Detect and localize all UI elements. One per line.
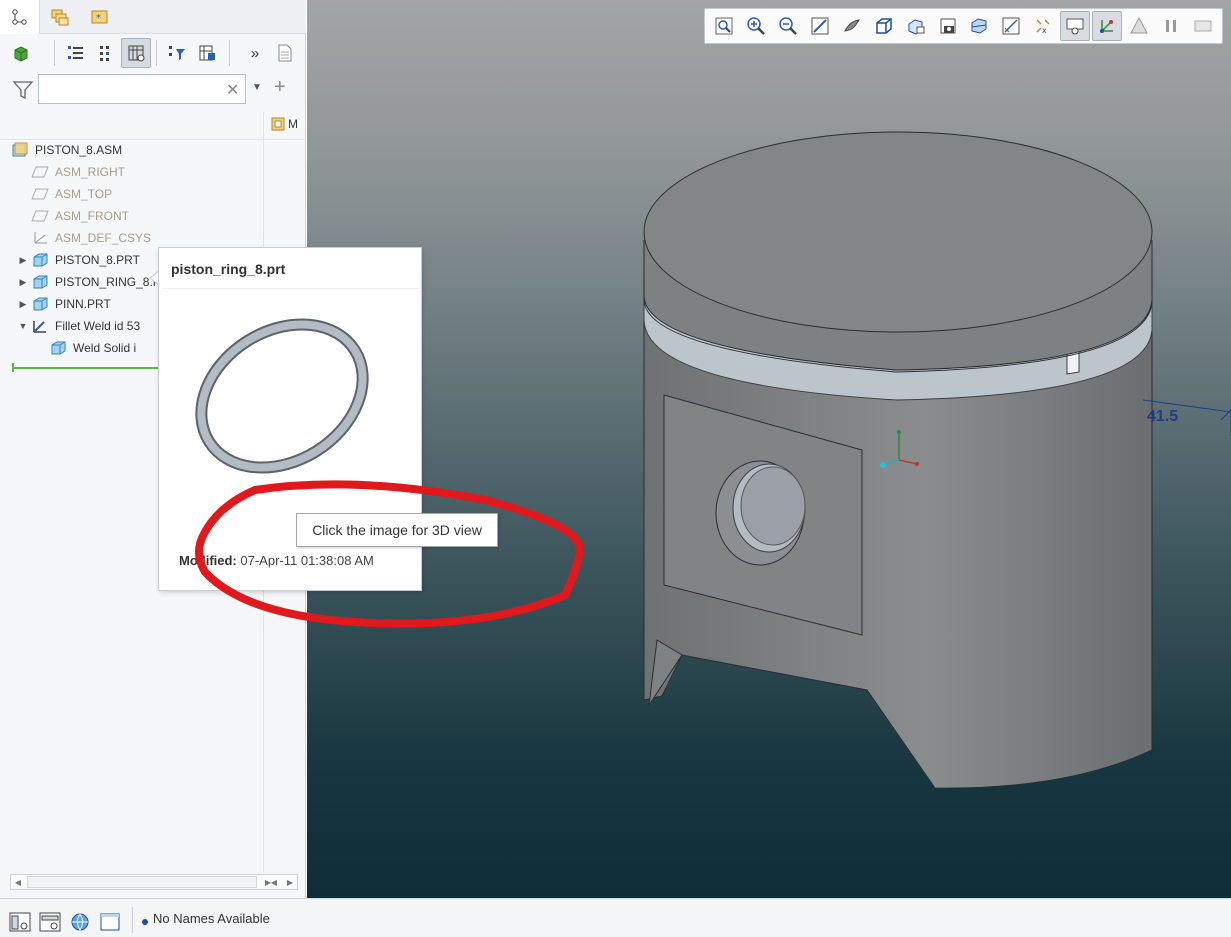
csys-icon — [30, 230, 50, 246]
graphics-window[interactable]: x 41.5 — [307, 0, 1231, 898]
piston-ring-thumbnail — [195, 318, 383, 474]
part-icon — [30, 274, 50, 290]
tree-item-label: PISTON_8.ASM — [35, 143, 123, 157]
column-header-label: M — [288, 117, 298, 131]
expand-all-button[interactable] — [60, 38, 90, 68]
svg-text:*: * — [96, 13, 101, 24]
expand-arrow-icon[interactable]: ▶ — [16, 299, 30, 310]
document-icon — [278, 44, 292, 62]
image-tooltip: Click the image for 3D view — [296, 513, 498, 547]
scroll-right-icon-2[interactable]: ▶ — [283, 875, 297, 889]
search-row: ✕ ▼ + — [0, 72, 306, 106]
tree-item[interactable]: ASM_RIGHT — [0, 161, 263, 183]
insert-here-indicator[interactable] — [12, 367, 162, 369]
part-icon — [30, 252, 50, 268]
navigator-tabs: * — [0, 0, 306, 34]
show-button[interactable] — [6, 38, 36, 68]
piston-model[interactable] — [307, 0, 1231, 898]
folder-browser-icon — [51, 9, 69, 26]
window-icon — [100, 913, 120, 931]
more-button[interactable]: » — [240, 38, 270, 68]
filter-icon[interactable] — [12, 80, 34, 103]
search-dropdown-icon[interactable]: ▼ — [252, 82, 262, 93]
tree-item-label: ASM_RIGHT — [55, 165, 126, 179]
scrollbar-thumb[interactable] — [27, 876, 257, 888]
tree-item-label: ASM_FRONT — [55, 209, 130, 223]
column-header[interactable]: M — [270, 116, 298, 132]
message-bullet-icon — [142, 914, 148, 928]
tree-item-label: PISTON_8.PRT — [55, 253, 140, 267]
tree-filter-button[interactable] — [162, 38, 192, 68]
collapse-arrow-icon[interactable]: ▼ — [16, 321, 30, 331]
status-message: No Names Available — [153, 911, 270, 926]
toggle-navigator-button[interactable] — [8, 910, 32, 934]
tab-model-tree[interactable] — [0, 0, 40, 34]
modified-info: Modified: 07-Apr-11 01:38:08 AM — [179, 553, 374, 568]
toggle-browser-button[interactable] — [38, 910, 62, 934]
expand-arrow-icon[interactable]: ▶ — [16, 277, 30, 288]
horizontal-scrollbar[interactable]: ◀ ▶ ◀ ▶ — [10, 874, 298, 890]
tree-settings-button[interactable] — [192, 38, 222, 68]
document-button[interactable] — [270, 38, 300, 68]
navigator-toggle-icon — [9, 912, 31, 932]
tree-item-label: Fillet Weld id 53 — [55, 319, 141, 333]
model-tree-icon — [11, 9, 27, 25]
open-browser-button[interactable] — [68, 910, 92, 934]
tree-item[interactable]: ASM_FRONT — [0, 205, 263, 227]
part-preview-image[interactable] — [163, 288, 419, 538]
column-icon — [271, 117, 285, 131]
popup-title: piston_ring_8.prt — [171, 261, 286, 277]
tree-item-label: Weld Solid i — [73, 341, 137, 355]
tree-list-icon — [68, 46, 83, 59]
chevron-double-right-icon: » — [250, 44, 260, 62]
modified-label: Modified: — [179, 553, 237, 568]
tab-folder-browser[interactable] — [40, 0, 80, 34]
tree-item[interactable]: ASM_TOP — [0, 183, 263, 205]
browser-toggle-icon — [39, 912, 61, 932]
search-input[interactable] — [38, 74, 246, 104]
tree-toolbar: » — [0, 36, 306, 70]
scroll-left-icon[interactable]: ◀ — [11, 875, 25, 889]
full-screen-button[interactable] — [98, 910, 122, 934]
tree-header — [0, 112, 306, 140]
favorites-icon: * — [91, 10, 108, 24]
modified-value: 07-Apr-11 01:38:08 AM — [240, 553, 374, 568]
columns-icon — [128, 45, 145, 62]
show-columns-button[interactable] — [121, 38, 151, 68]
clear-search-icon[interactable]: ✕ — [226, 80, 239, 100]
cube-green-icon — [14, 46, 28, 62]
weld-icon — [30, 318, 50, 334]
tree-filter-icon — [169, 46, 185, 60]
scroll-left-icon-2[interactable]: ◀ — [267, 875, 281, 889]
datum-plane-icon — [30, 208, 50, 224]
collapse-all-button[interactable] — [90, 38, 120, 68]
datum-plane-icon — [30, 186, 50, 202]
expand-arrow-icon[interactable]: ▶ — [16, 255, 30, 266]
datum-plane-icon — [30, 164, 50, 180]
dimension-label[interactable]: 41.5 — [1147, 408, 1178, 426]
tree-item-label: PINN.PRT — [55, 297, 111, 311]
globe-icon — [71, 913, 89, 931]
tree-columns-icon — [199, 45, 215, 61]
part-icon — [30, 296, 50, 312]
assembly-icon — [10, 142, 30, 158]
tree-item[interactable]: ASM_DEF_CSYS — [0, 227, 263, 249]
part-icon — [48, 340, 68, 356]
tab-favorites[interactable]: * — [80, 0, 120, 34]
add-icon[interactable]: + — [274, 76, 286, 99]
tree-collapse-icon — [100, 46, 109, 61]
tree-item[interactable]: PISTON_8.ASM — [0, 139, 263, 161]
tree-item-label: ASM_TOP — [55, 187, 113, 201]
tree-item-label: ASM_DEF_CSYS — [55, 231, 152, 245]
